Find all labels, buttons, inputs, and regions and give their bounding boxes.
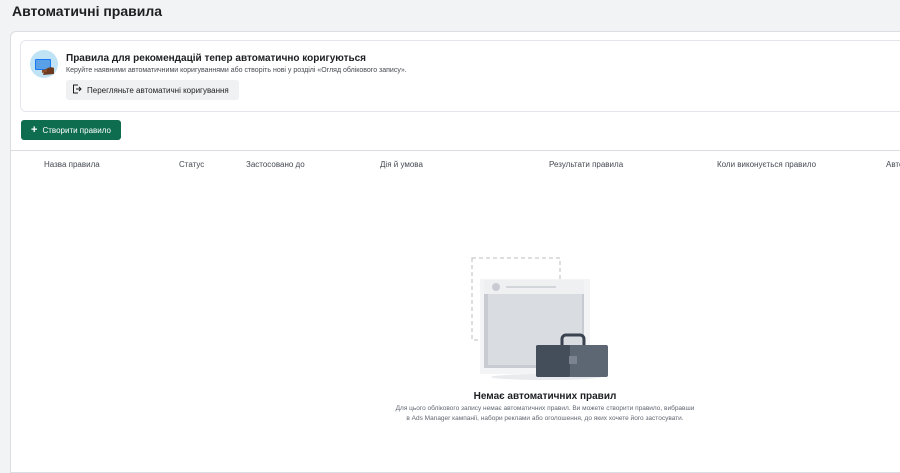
column-header-schedule[interactable]: Коли виконується правило: [717, 160, 816, 169]
column-header-rule-name[interactable]: Назва правила: [44, 160, 100, 169]
column-header-author[interactable]: Авто: [886, 160, 900, 169]
notice-banner: Правила для рекомендацій тепер автоматич…: [20, 40, 900, 112]
empty-state-description: Для цього облікового запису немає автома…: [395, 405, 695, 422]
create-rule-button[interactable]: + Створити правило: [21, 120, 121, 140]
column-header-status[interactable]: Статус: [179, 160, 204, 169]
table-divider: [11, 150, 900, 151]
page-title: Автоматичні правила: [12, 3, 163, 19]
column-header-action-condition[interactable]: Дія й умова: [380, 160, 423, 169]
empty-state-title: Немає автоматичних правил: [473, 391, 617, 402]
exit-icon: [72, 84, 82, 96]
empty-rules-illustration-icon: [466, 255, 616, 390]
create-rule-label: Створити правило: [42, 125, 111, 135]
column-header-applied-to[interactable]: Застосовано до: [246, 160, 305, 169]
notice-text: Керуйте наявними автоматичними коригуван…: [66, 67, 407, 74]
column-header-rule-results[interactable]: Результати правила: [549, 160, 623, 169]
monitor-hand-icon: [30, 50, 58, 78]
notice-title: Правила для рекомендацій тепер автоматич…: [66, 53, 367, 64]
plus-icon: +: [31, 123, 38, 136]
view-adjustments-label: Перегляньте автоматичні коригування: [87, 85, 229, 95]
view-adjustments-button[interactable]: Перегляньте автоматичні коригування: [66, 80, 239, 100]
